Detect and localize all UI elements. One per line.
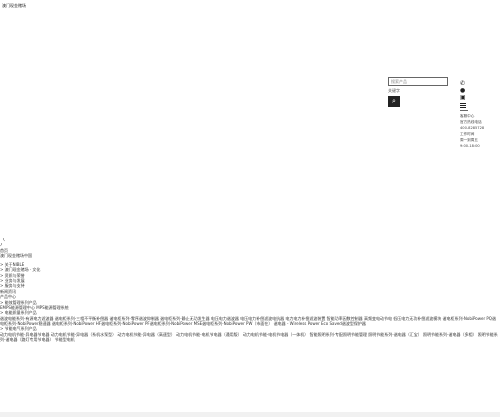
header-tools: ✆ ● ▣ 客服中心 官方热线电话 400-8285728 工作时间 周一到周五… bbox=[460, 80, 500, 149]
work-time: 9:00-18:00 bbox=[460, 144, 480, 148]
user-icon[interactable]: ▣ bbox=[460, 94, 500, 101]
saving-products-list[interactable]: 动力电机节能-异电器节电器 动力电机节能-异电器（系机水泵型） 动力电机节能-异… bbox=[0, 332, 498, 343]
location-pin-icon[interactable]: ● bbox=[460, 87, 500, 94]
site-logo[interactable]: 澳门现金赌场 bbox=[2, 3, 26, 8]
main-content: 〈 〉 首页 澳门现金赌场中国 > 关于NIBLE > 澳门现金赌场 · 文化 … bbox=[0, 238, 500, 343]
search-input[interactable] bbox=[388, 77, 448, 86]
phone-icon[interactable]: ✆ bbox=[460, 80, 500, 87]
search-box: 关键字 ⌕ bbox=[388, 77, 448, 108]
search-icon: ⌕ bbox=[392, 97, 396, 106]
tools-divider bbox=[460, 110, 468, 111]
search-button[interactable]: ⌕ bbox=[388, 96, 400, 108]
menu-icon[interactable] bbox=[460, 103, 466, 108]
quality-products-list[interactable]: 谐波电能系列-有源电力滤波器 谐电柜系列-三相不平衡补偿器 谐电柜系列-零序谐波… bbox=[0, 316, 498, 327]
footer-bar bbox=[0, 412, 500, 417]
search-keyword-label: 关键字 bbox=[388, 88, 400, 93]
